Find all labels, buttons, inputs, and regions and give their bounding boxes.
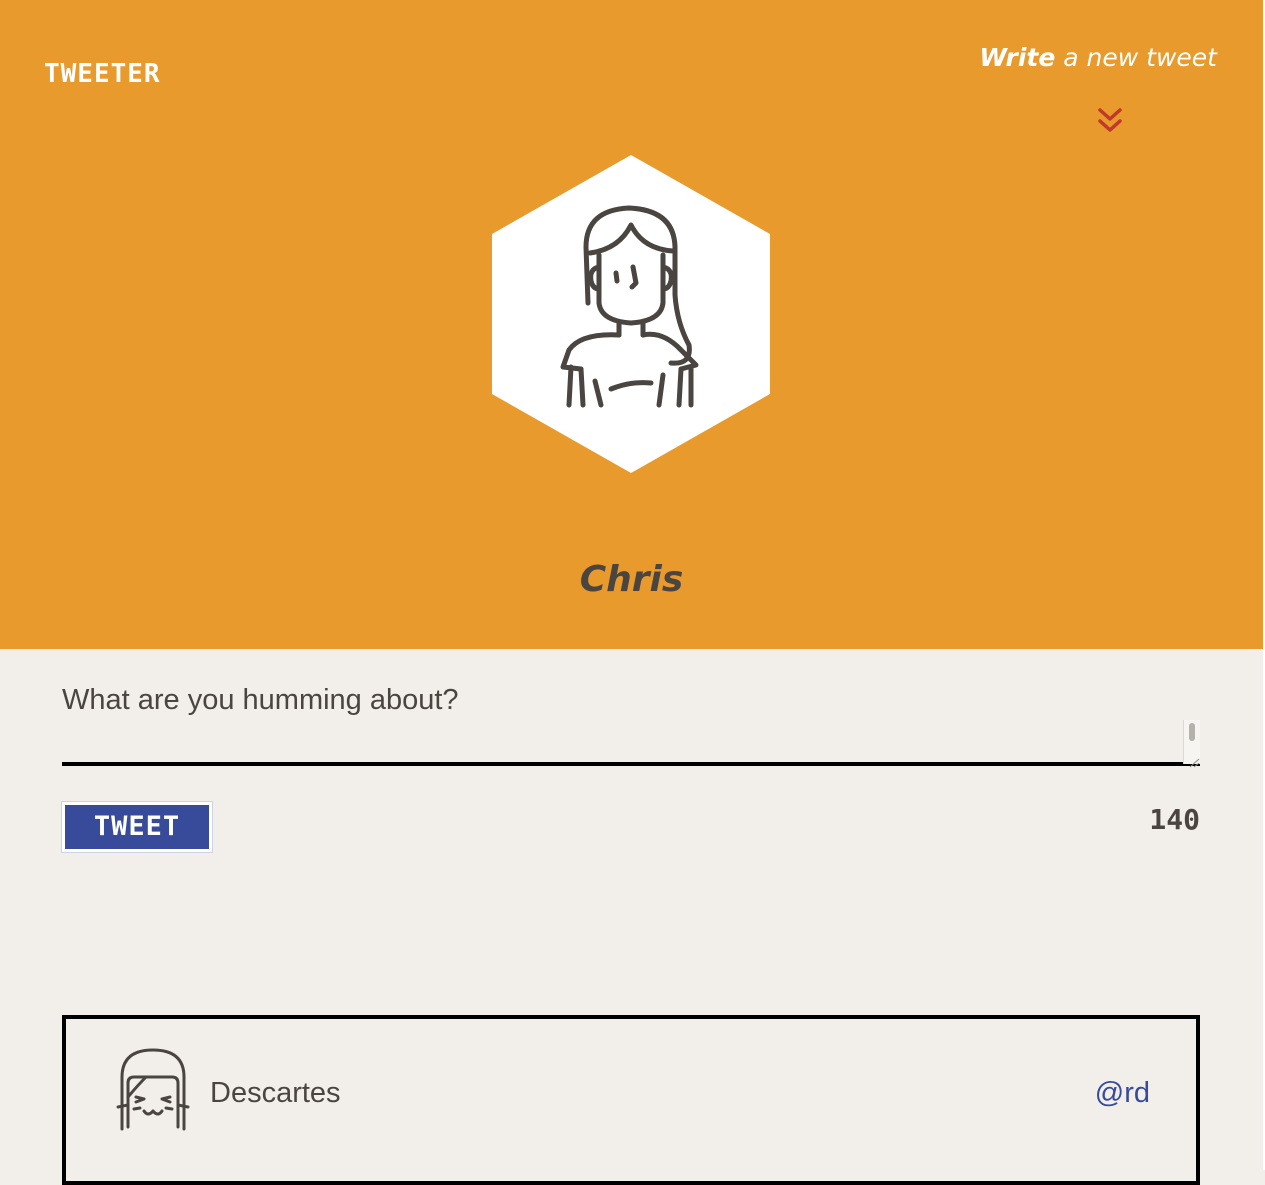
tweet-button[interactable]: TWEET	[61, 801, 213, 853]
write-link-strong: Write	[979, 43, 1056, 72]
profile-avatar	[492, 155, 770, 473]
tweet-author-name: Descartes	[210, 1077, 341, 1109]
scroll-thumb[interactable]	[1189, 723, 1195, 741]
write-new-tweet-link[interactable]: Write a new tweet	[979, 40, 1217, 76]
character-counter: 140	[1149, 803, 1200, 836]
tweet-author-handle[interactable]: @rd	[1095, 1073, 1150, 1113]
resize-handle-icon[interactable]	[1188, 758, 1200, 768]
tweet-input[interactable]	[62, 672, 1200, 766]
compose-area	[62, 672, 1200, 770]
write-link-rest: a new tweet	[1055, 43, 1217, 72]
double-chevron-down-icon[interactable]	[1096, 106, 1124, 136]
profile-header: TWEETER Write a new tweet Chris	[0, 0, 1263, 649]
app-logo[interactable]: TWEETER	[44, 58, 161, 90]
tweet-card: Descartes @rd	[62, 1015, 1200, 1185]
profile-name: Chris	[579, 559, 684, 600]
girl-avatar-icon	[116, 1048, 190, 1131]
